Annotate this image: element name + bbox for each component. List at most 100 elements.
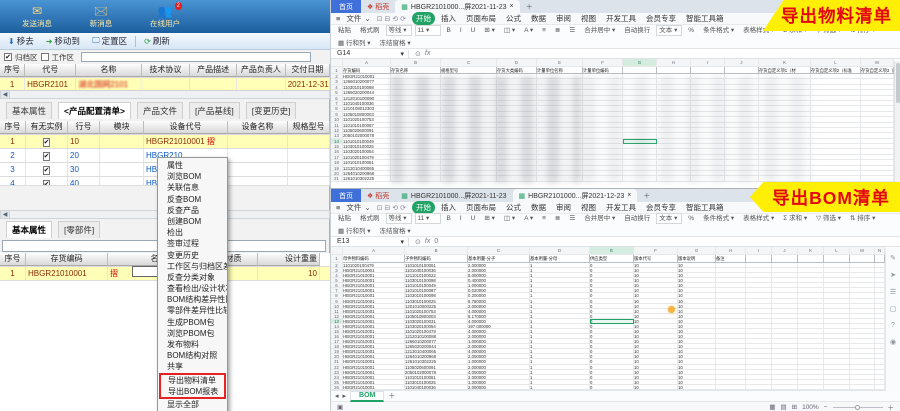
ribbon-control[interactable]: 粘贴	[335, 213, 354, 224]
context-menu-item[interactable]: 检出	[158, 227, 227, 238]
file-menu[interactable]: 文件 ⌄	[346, 202, 370, 213]
edit-icon[interactable]: ✎	[890, 254, 896, 262]
menu-tab-6[interactable]: 视图	[577, 12, 600, 25]
ribbon-control[interactable]: %	[685, 213, 697, 224]
context-menu-item[interactable]: 浏览PBOM包	[158, 328, 227, 339]
close-icon[interactable]: ×	[627, 192, 631, 199]
grid-cell[interactable]: 版本说明	[678, 255, 716, 263]
grid-cell[interactable]	[746, 255, 772, 263]
context-menu-item[interactable]: 关联信息	[158, 182, 227, 193]
zoom-slider[interactable]	[832, 404, 883, 410]
ribbon-control[interactable]: 条件格式 ▾	[700, 25, 737, 36]
hamburger-icon[interactable]: ≡	[336, 14, 340, 23]
grid-cell[interactable]	[657, 67, 691, 74]
context-menu-item[interactable]: 签审过程	[158, 238, 227, 249]
grid-cell[interactable]: 存货自定义项3（	[861, 67, 894, 74]
grid-cell[interactable]: 版本代号	[634, 255, 678, 263]
grid-cell[interactable]	[691, 67, 725, 74]
grid-cell[interactable]: H	[716, 247, 746, 255]
menu-tab-4[interactable]: 数据	[527, 12, 550, 25]
ribbon-control[interactable]: 合并居中 ▾	[581, 25, 618, 36]
grid-cell[interactable]: E	[590, 247, 634, 255]
context-menu-item[interactable]: 显示全部	[158, 399, 227, 410]
context-menu-item[interactable]: 反查产品	[158, 205, 227, 216]
tab-product-config-list[interactable]: <产品配置清单>	[58, 102, 131, 119]
ribbon-control[interactable]: 冻结窗格 ▾	[377, 38, 414, 49]
ribbon-control[interactable]: 粘贴	[335, 25, 354, 36]
context-menu-item[interactable]: 导出物料清单	[161, 375, 224, 386]
name-box[interactable]: E13 ▾	[331, 237, 409, 246]
ribbon-control[interactable]: ≣	[552, 213, 563, 224]
file-menu[interactable]: 文件 ⌄	[346, 13, 370, 24]
grid-cell[interactable]	[331, 59, 343, 67]
grid-cell[interactable]: D	[497, 59, 537, 67]
row-checkbox[interactable]: ✔	[42, 180, 51, 185]
menu-tab-8[interactable]: 会员专享	[642, 12, 680, 25]
macro-icon[interactable]: ▣	[337, 403, 343, 411]
chat-icon[interactable]: ◉	[890, 338, 896, 346]
grid-cell[interactable]: 规格型号	[441, 67, 497, 74]
context-menu-item[interactable]: BOM结构对照	[158, 350, 227, 361]
menu-tab-1[interactable]: 插入	[437, 12, 460, 25]
grid-cell[interactable]	[746, 384, 772, 390]
menu-tab-9[interactable]: 智能工具箱	[682, 12, 728, 25]
context-menu-item[interactable]: 零部件差异性比较	[158, 305, 227, 316]
pointer-icon[interactable]: ➤	[890, 271, 896, 279]
ribbon-control[interactable]: ≡	[539, 213, 549, 224]
grid-cell[interactable]	[772, 384, 798, 390]
grid-cell[interactable]	[798, 384, 824, 390]
row-checkbox[interactable]: ✔	[42, 138, 51, 147]
ribbon-control[interactable]: 格式刷	[357, 25, 383, 36]
row-checkbox[interactable]: ✔	[42, 166, 51, 175]
ribbon-control[interactable]: 11 ▾	[414, 24, 441, 36]
wps-docer-tab[interactable]: ❖ 稻壳	[361, 189, 395, 202]
view-normal-icon[interactable]: ▦	[769, 403, 775, 411]
hamburger-icon[interactable]: ≡	[336, 203, 340, 212]
context-menu-item[interactable]: 变更历史	[158, 250, 227, 261]
add-sheet-button[interactable]: ＋	[388, 391, 395, 401]
grid-cell[interactable]	[861, 176, 894, 182]
grid-cell[interactable]: 基本用量-分子	[468, 255, 530, 263]
grid-cell[interactable]: B	[405, 247, 468, 255]
tab-change-history[interactable]: [变更历史]	[245, 102, 297, 119]
zoom-in-button[interactable]: ＋	[888, 402, 895, 411]
ribbon-control[interactable]: 自动换行	[621, 213, 653, 224]
grid-cell[interactable]: B	[391, 59, 441, 67]
ribbon-control[interactable]: ⊞ ▾	[481, 25, 498, 36]
row-checkbox[interactable]: ✔	[42, 152, 51, 161]
zoom-slider-knob[interactable]	[855, 404, 860, 410]
grid-cell[interactable]: 备注	[716, 255, 746, 263]
grid-cell[interactable]: A	[343, 59, 391, 67]
ribbon-control[interactable]: B	[444, 25, 454, 36]
grid-cell[interactable]: 21	[331, 176, 343, 182]
context-menu-item[interactable]: 导出BOM报表	[161, 386, 224, 397]
ribbon-control[interactable]: I	[457, 213, 465, 224]
grid-cell[interactable]: J	[772, 247, 798, 255]
grid-cell[interactable]: C	[441, 59, 497, 67]
grid-cell[interactable]: 基本用量-分母	[530, 255, 590, 263]
grid-cell[interactable]: L	[824, 247, 850, 255]
ribbon-control[interactable]: 等线 ▾	[385, 213, 412, 224]
spreadsheet-grid[interactable]: A B C D E F G H I J K L M N 1 母件物料编码 子件物料编码 基本用量-分子 基本用量-分…	[331, 247, 900, 390]
grid-cell[interactable]: N	[875, 247, 885, 255]
grid-cell[interactable]	[824, 255, 850, 263]
grid-cell[interactable]	[811, 176, 861, 182]
sheet-next-icon[interactable]: ▸	[343, 392, 347, 400]
archive-checkbox[interactable]: ✔	[4, 53, 12, 61]
grid-cell[interactable]: 存货编码	[343, 67, 391, 74]
grid-cell[interactable]: M	[850, 247, 875, 255]
grid-cell[interactable]: F	[583, 59, 623, 67]
ribbon-control[interactable]: 表格样式 ▾	[740, 213, 777, 224]
grid-cell[interactable]	[850, 255, 875, 263]
menu-tab-2[interactable]: 页面布局	[462, 12, 500, 25]
remove-button[interactable]: ⬇ 移去	[4, 34, 38, 48]
context-menu-item[interactable]: 反查分类对象	[158, 272, 227, 283]
ribbon-control[interactable]: %	[685, 25, 697, 36]
wps-home-tab[interactable]: 首页	[331, 0, 361, 13]
grid-cell[interactable]: 计量单位编码	[583, 67, 623, 74]
ribbon-control[interactable]: ≡	[539, 25, 549, 36]
quick-tools[interactable]: ⊡ ⊟ ⟲ ⟳	[377, 15, 406, 23]
ribbon-control[interactable]: ≣	[552, 25, 563, 36]
grid-cell[interactable]: 1	[331, 67, 343, 74]
ribbon-control[interactable]: B	[444, 213, 454, 224]
